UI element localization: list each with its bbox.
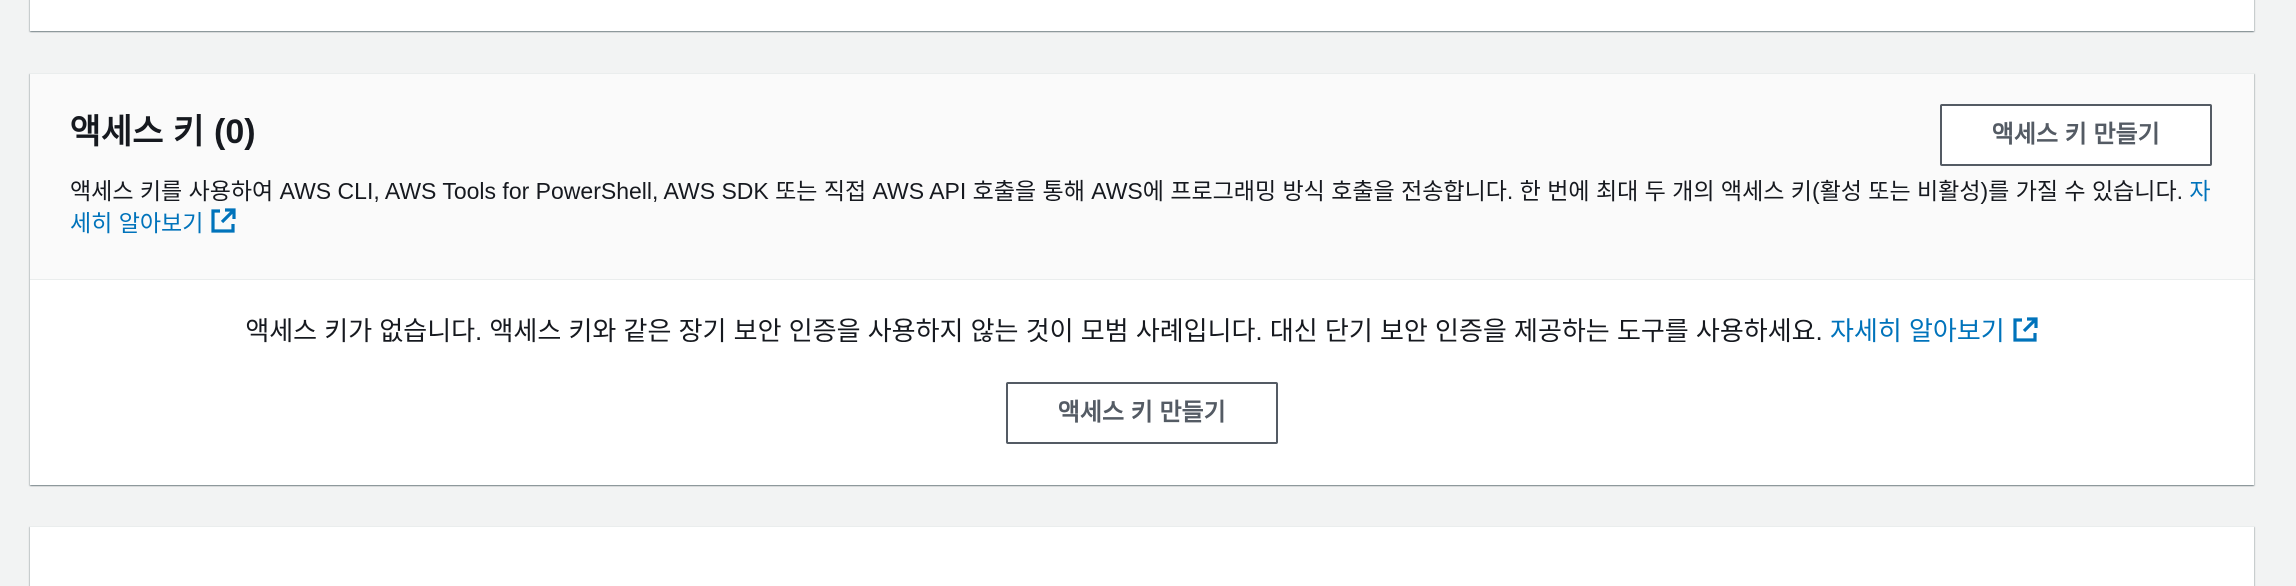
access-keys-panel: 액세스 키 (0) 액세스 키 만들기 액세스 키를 사용하여 AWS CLI,…: [30, 73, 2254, 485]
create-access-key-button[interactable]: 액세스 키 만들기: [1940, 104, 2212, 166]
empty-state-learn-more-label: 자세히 알아보기: [1830, 316, 2005, 346]
empty-state-learn-more-link[interactable]: 자세히 알아보기: [1830, 316, 2039, 346]
external-link-icon: [2011, 316, 2039, 353]
access-keys-title: 액세스 키 (0): [70, 113, 256, 151]
external-link-icon: [209, 207, 237, 243]
previous-section-card: [30, 0, 2254, 31]
next-section-card: [30, 526, 2254, 586]
empty-state-text: 액세스 키가 없습니다. 액세스 키와 같은 장기 보안 인증을 사용하지 않는…: [245, 316, 1823, 346]
empty-state-message: 액세스 키가 없습니다. 액세스 키와 같은 장기 보안 인증을 사용하지 않는…: [30, 313, 2254, 353]
access-keys-header: 액세스 키 (0) 액세스 키 만들기 액세스 키를 사용하여 AWS CLI,…: [30, 74, 2254, 280]
empty-state-create-access-key-button[interactable]: 액세스 키 만들기: [1006, 382, 1278, 444]
access-keys-description: 액세스 키를 사용하여 AWS CLI, AWS Tools for Power…: [70, 175, 2225, 243]
access-keys-description-text: 액세스 키를 사용하여 AWS CLI, AWS Tools for Power…: [70, 178, 2183, 204]
